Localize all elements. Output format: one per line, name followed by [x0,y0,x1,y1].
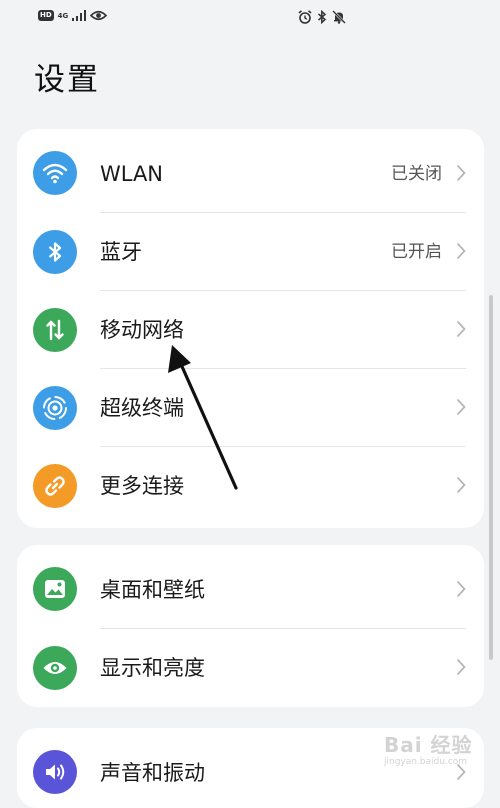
settings-item-label: 超级终端 [100,396,184,420]
settings-item-label: 声音和振动 [100,761,205,785]
bluetooth-icon [33,230,77,274]
settings-item-label: 移动网络 [100,318,184,342]
settings-item-value: 已开启 [391,242,442,262]
settings-item-wlan[interactable]: WLAN 已关闭 [17,129,484,213]
alarm-icon [298,10,312,24]
network-type: 4G [57,11,69,20]
chevron-right-icon [456,658,466,676]
wallpaper-icon [33,567,77,611]
super-device-icon [33,386,77,430]
settings-item-label: 桌面和壁纸 [100,578,205,602]
settings-item-value: 已关闭 [391,164,442,184]
page-title: 设置 [34,62,100,98]
eye-icon [90,10,108,21]
signal-icon [72,10,87,21]
chevron-right-icon [456,242,466,260]
scrollbar[interactable] [489,295,493,660]
wifi-icon [33,151,77,195]
settings-item-super-device[interactable]: 超级终端 [17,369,484,447]
settings-item-wallpaper[interactable]: 桌面和壁纸 [17,545,484,629]
settings-item-mobile-network[interactable]: 移动网络 [17,291,484,369]
chevron-right-icon [456,164,466,182]
chevron-right-icon [456,398,466,416]
watermark: Bai 经验 jingyan.baidu.com [384,734,484,774]
status-bar: HD 4G [0,0,500,36]
chevron-right-icon [456,476,466,494]
display-eye-icon [33,646,77,690]
mute-icon [332,10,346,24]
settings-item-bluetooth[interactable]: 蓝牙 已开启 [17,213,484,291]
settings-item-label: 显示和亮度 [100,656,205,680]
settings-item-display-brightness[interactable]: 显示和亮度 [17,629,484,707]
settings-group-display: 桌面和壁纸 显示和亮度 [17,545,484,707]
bluetooth-icon [318,10,327,24]
settings-item-label: 更多连接 [100,474,184,498]
settings-item-label: 蓝牙 [100,240,142,264]
chevron-right-icon [456,320,466,338]
chevron-right-icon [456,580,466,598]
watermark-text: Bai 经验 [384,733,473,757]
hd-badge: HD [38,10,54,21]
settings-item-more-connections[interactable]: 更多连接 [17,447,484,525]
mobile-data-icon [33,308,77,352]
watermark-url: jingyan.baidu.com [384,757,468,767]
settings-group-connectivity: WLAN 已关闭 蓝牙 已开启 移动网络 超级终端 更多连接 [17,129,484,528]
sound-icon [33,750,77,794]
link-icon [33,464,77,508]
settings-item-label: WLAN [100,162,164,186]
